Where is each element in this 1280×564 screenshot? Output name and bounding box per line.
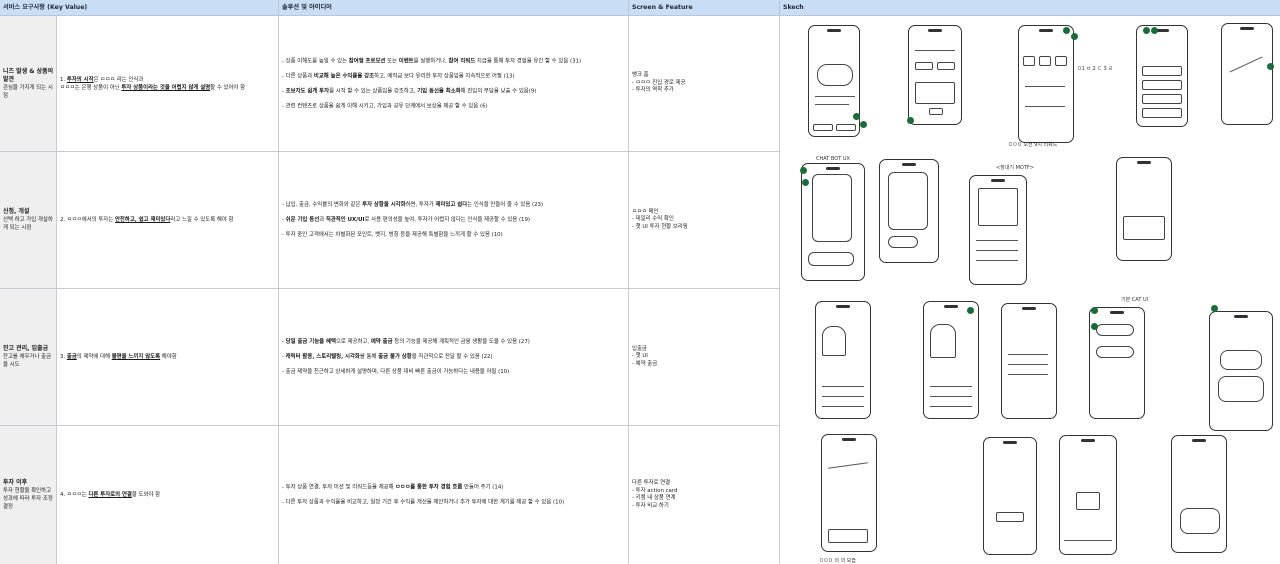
stage-title: 신청, 개설 (3, 208, 30, 215)
requirement-cell[interactable]: 4. ㅁㅁㅁ는 다른 투자로의 연결을 도와야 함 (57, 426, 279, 564)
screen-title: 뱅크 홈 (632, 72, 649, 79)
table-row: 니즈 발생 & 상품의 발견 관심을 가지게 되는 시점 1. 투자의 시작은 … (0, 16, 780, 152)
req-number: 2. (60, 217, 66, 223)
solution-item: - 다른 상품과 비교해 높은 수익률을 강조하고, 예적금 보다 유리한 투자… (282, 73, 515, 79)
phone-sketch (1136, 25, 1188, 127)
stage-desc: 관심을 가지게 되는 시점 (3, 84, 53, 99)
solution-cell[interactable]: - 상품 이해도를 높일 수 있는 참여형 프로모션 또는 이벤트를 실행하거나… (279, 16, 629, 151)
phone-sketch (1018, 25, 1074, 143)
stage-cell[interactable]: 니즈 발생 & 상품의 발견 관심을 가지게 되는 시점 (0, 16, 57, 151)
req-emphasis: 다른 투자로의 연결 (88, 492, 132, 498)
requirements-table: 서비스 요구사항 (Key Value) 솔루션 및 아이디어 Screen &… (0, 0, 780, 564)
req-text: 할 수 있어야 함 (210, 84, 246, 91)
solution-item: - 출금 제약을 친근하고 상세하게 설명하며, 다른 상품 대비 빠른 출금이… (282, 369, 510, 375)
header-sketch[interactable]: Skech (780, 0, 1280, 16)
screen-feature: - 투자 비교 하기 (632, 502, 669, 509)
req-text: ㅁㅁㅁ는 은행 상품이 아닌 (60, 84, 120, 91)
phone-sketch (1171, 435, 1227, 553)
stage-desc: 투자 현황을 확인하고 성과에 따라 투자 조정 결정 (3, 488, 53, 510)
phone-sketch (908, 25, 962, 125)
sketch-note: ㅁ1 ㅂ 2 ㄷ 3 ㄹ (1077, 66, 1113, 72)
phone-sketch (1001, 303, 1057, 419)
req-emphasis: 출금 (66, 354, 77, 360)
screen-feature: - 투자의 역학 추가 (632, 87, 674, 94)
solution-item: - 쉬운 기입 동선과 직관적인 UX/UI로 사용 편의성을 높여, 투자가 … (282, 217, 531, 223)
solution-item: - 캐릭터 활용, 스토리텔링, 시각화를 통해 출금 불가 상황을 직관적으로… (282, 354, 493, 360)
req-text: 해야함 (160, 354, 177, 360)
phone-sketch (1116, 157, 1172, 261)
screen-feature: - 데일리 수익 확인 (632, 216, 674, 223)
sketch-note: CHAT BOT UX (816, 156, 850, 162)
requirement-cell[interactable]: 1. 투자의 시작은 ㅁㅁㅁ 라는 인식과 ㅁㅁㅁ는 은행 상품이 아닌 투자 … (57, 16, 279, 151)
req-text: 의 제약에 대해 (76, 354, 112, 360)
stage-desc: 선택 하고 가입 개설하게 되는 시점 (3, 217, 53, 231)
table-row: 투자 이후 투자 현황을 확인하고 성과에 따라 투자 조정 결정 4. ㅁㅁㅁ… (0, 426, 780, 564)
phone-sketch (969, 175, 1027, 285)
screen-cell[interactable]: ㅁㅁㅁ 메인 - 데일리 수익 확인 - 챗 UI 투자 현황 브리핑 (629, 152, 780, 288)
solution-cell[interactable]: - 투자 상품 연결, 투자 미션 및 리워드등을 제공해 ㅁㅁㅁ를 통한 투자… (279, 426, 629, 564)
sketch-note: ㅁㅁㅁ 의 의 모습 (819, 558, 856, 564)
phone-sketch (815, 301, 871, 419)
req-number: 1. (60, 76, 66, 83)
sketch-note: 기본 CAT UI (1121, 297, 1149, 303)
phone-sketch (821, 434, 877, 552)
solution-item: - 상품 이해도를 높일 수 있는 참여형 프로모션 또는 이벤트를 실행하거나… (282, 58, 582, 64)
screen-feature: - 투자 action card (632, 487, 678, 494)
solution-cell[interactable]: - 당일 출금 기능을 혜택으로 제공하고, 예약 출금 등의 기능을 제공해 … (279, 289, 629, 425)
screen-cell[interactable]: 뱅크 홈 - ㅁㅁㅁ 진입 경로 제공 - 투자의 역학 추가 (629, 16, 780, 151)
sketch-image[interactable]: ㅁ1 ㅂ 2 ㄷ 3 ㄹ ㅁㅁㅁ 오전 9시 리워드 CHAT BOT UX <… (781, 17, 1280, 564)
req-text: ㅁㅁㅁ는 (66, 492, 89, 498)
req-number: 4. (60, 492, 66, 498)
req-text: 라고 느낄 수 있도록 해야 함 (170, 217, 234, 223)
stage-cell[interactable]: 잔고 관리, 입출금 잔고를 채우거나 출금을 시도 (0, 289, 57, 425)
spreadsheet-page: 서비스 요구사항 (Key Value) 솔루션 및 아이디어 Screen &… (0, 0, 1280, 564)
req-emphasis: 안전하고, 쉽고 재미있다 (114, 217, 171, 223)
req-emphasis: 투자 상품이라는 것을 어렵지 않게 설명 (121, 84, 211, 91)
table-row: 잔고 관리, 입출금 잔고를 채우거나 출금을 시도 3. 출금의 제약에 대해… (0, 289, 780, 426)
req-number: 3. (60, 354, 66, 360)
header-solution[interactable]: 솔루션 및 아이디어 (279, 0, 629, 16)
solution-cell[interactable]: - 납입, 출금, 수익률의 변화와 같은 투자 상황을 시각화하면, 투자가 … (279, 152, 629, 288)
screen-cell[interactable]: 다른 투자로 연결 - 투자 action card - 키캠 내 상품 연계 … (629, 426, 780, 564)
screen-cell[interactable]: 입출금 - 챗 UI - 예약 출금 (629, 289, 780, 425)
sketch-note: ㅁㅁㅁ 오전 9시 리워드 (1008, 142, 1058, 148)
screen-feature: - 챗 UI (632, 353, 648, 360)
solution-item: - 관련 컨텐츠로 상품을 쉽게 이해 시키고, 가입과 공유 단계에서 보상을… (282, 103, 488, 109)
solution-item: - 납입, 출금, 수익률의 변화와 같은 투자 상황을 시각화하면, 투자가 … (282, 202, 544, 208)
screen-feature: - 예약 출금 (632, 360, 658, 367)
solution-item: - 투자 중인 고객에서는 차별화된 포인트, 뱃지, 벙칭 등을 제공해 특별… (282, 232, 503, 238)
req-text: 은 ㅁㅁㅁ 라는 인식과 (93, 76, 144, 83)
requirement-cell[interactable]: 3. 출금의 제약에 대해 불편을 느끼지 않도록 해야함 (57, 289, 279, 425)
req-text: ㅁㅁㅁ에서의 투자는 (66, 217, 115, 223)
phone-sketch (1221, 23, 1273, 125)
table-row: 신청, 개설 선택 하고 가입 개설하게 되는 시점 2. ㅁㅁㅁ에서의 투자는… (0, 152, 780, 289)
sketch-note: <장내기 MOTF> (996, 165, 1034, 171)
phone-sketch (923, 301, 979, 419)
phone-sketch (1209, 311, 1273, 431)
requirement-cell[interactable]: 2. ㅁㅁㅁ에서의 투자는 안전하고, 쉽고 재미있다라고 느낄 수 있도록 해… (57, 152, 279, 288)
stage-title: 니즈 발생 & 상품의 발견 (3, 67, 54, 83)
req-text: 을 도와야 함 (131, 492, 161, 498)
screen-title: 다른 투자로 연결 (632, 480, 671, 486)
stage-title: 잔고 관리, 입출금 (3, 345, 49, 352)
screen-feature: - 키캠 내 상품 연계 (632, 495, 676, 501)
header-requirement[interactable]: 서비스 요구사항 (Key Value) (0, 0, 279, 16)
solution-item: - 다른 투자 상품과 수익률을 비교하고, 일정 기간 후 수익률 개선을 제… (282, 499, 565, 506)
phone-sketch (801, 163, 865, 281)
solution-item: - 투자 상품 연결, 투자 미션 및 리워드등을 제공해 ㅁㅁㅁ를 통한 투자… (282, 484, 504, 491)
stage-cell[interactable]: 신청, 개설 선택 하고 가입 개설하게 되는 시점 (0, 152, 57, 288)
stage-title: 투자 이후 (3, 479, 28, 486)
phone-sketch (983, 437, 1037, 555)
req-emphasis: 불편을 느끼지 않도록 (111, 354, 161, 360)
header-screen[interactable]: Screen & Feature (629, 0, 780, 16)
phone-sketch (1059, 435, 1117, 555)
phone-sketch (808, 25, 860, 137)
phone-sketch (879, 159, 939, 263)
screen-feature: - 챗 UI 투자 현황 브리핑 (632, 223, 688, 230)
stage-cell[interactable]: 투자 이후 투자 현황을 확인하고 성과에 따라 투자 조정 결정 (0, 426, 57, 564)
solution-item: - 당일 출금 기능을 혜택으로 제공하고, 예약 출금 등의 기능을 제공해 … (282, 339, 530, 345)
stage-desc: 잔고를 채우거나 출금을 시도 (3, 354, 52, 368)
solution-item: - 초보자도 쉽게 투자를 시작 할 수 있는 상품임을 강조하고, 기입 동선… (282, 88, 537, 94)
req-emphasis: 투자의 시작 (66, 76, 94, 83)
